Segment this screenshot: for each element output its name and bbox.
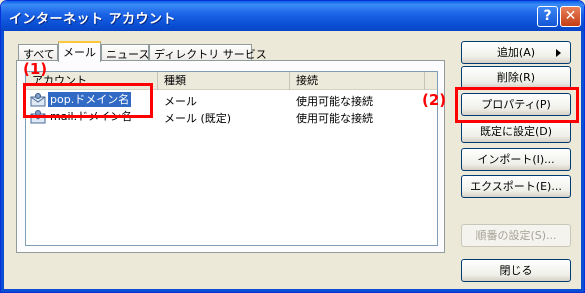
remove-button[interactable]: 削除(R) [461, 66, 571, 89]
window-border-left [1, 31, 4, 292]
add-button-label: 追加(A) [496, 46, 536, 59]
annotation-highlight-properties [455, 87, 579, 123]
close-button[interactable]: 閉じる [461, 259, 571, 282]
tab-directory-service[interactable]: ディレクトリ サービス [149, 44, 267, 61]
close-window-button[interactable]: ✕ [560, 6, 581, 27]
tab-mail[interactable]: メール [58, 41, 101, 62]
annotation-highlight-account [23, 83, 153, 118]
internet-accounts-dialog: インターネット アカウント ? ✕ すべて メール ニュース ディレクトリ サー… [0, 0, 585, 293]
window-border-right [581, 31, 584, 292]
window-title: インターネット アカウント [9, 12, 177, 27]
tab-all[interactable]: すべて [18, 44, 58, 61]
annotation-label-1: (1) [23, 60, 48, 78]
account-connection: 使用可能な接続 [296, 95, 373, 108]
submenu-arrow-icon [556, 49, 561, 57]
set-default-button[interactable]: 既定に設定(D) [461, 120, 571, 143]
add-button[interactable]: 追加(A) [461, 41, 571, 64]
set-order-button[interactable]: 順番の設定(S)... [461, 224, 571, 247]
title-bar: インターネット アカウント ? ✕ [1, 1, 584, 31]
account-type: メール [164, 95, 197, 108]
account-type: メール (既定) [164, 112, 232, 125]
export-button[interactable]: エクスポート(E)... [461, 175, 571, 198]
column-header-type[interactable]: 種類 [158, 72, 290, 90]
import-button[interactable]: インポート(I)... [461, 148, 571, 171]
tab-news[interactable]: ニュース [101, 44, 149, 61]
account-connection: 使用可能な接続 [296, 112, 373, 125]
window-border-bottom [1, 289, 584, 292]
column-header-connection[interactable]: 接続 [290, 72, 425, 90]
annotation-label-2: (2) [422, 91, 447, 109]
help-button[interactable]: ? [537, 6, 558, 27]
